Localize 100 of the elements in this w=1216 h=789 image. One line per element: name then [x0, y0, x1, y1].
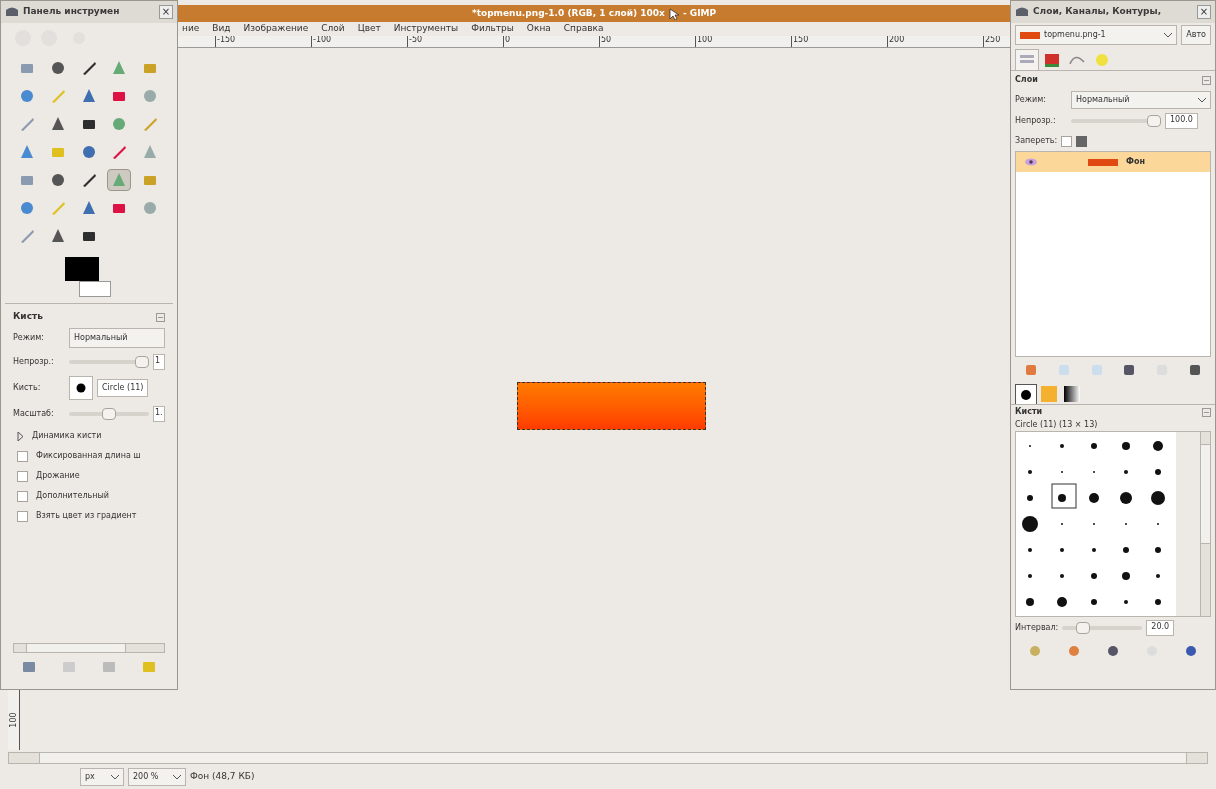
menu-item[interactable]: Слой — [321, 22, 345, 36]
tool-icon — [80, 200, 97, 216]
field-label: Масштаб: — [13, 408, 55, 420]
menu-item[interactable]: Инструменты — [393, 22, 459, 36]
scrollbar-thumb[interactable] — [1201, 444, 1210, 544]
dropdown-value: 200 % — [133, 771, 159, 783]
tool-icon — [142, 88, 159, 104]
close-button[interactable]: × — [159, 5, 173, 19]
dock-tab[interactable] — [1061, 384, 1083, 404]
expander-label[interactable]: Динамика кисти — [32, 430, 102, 442]
dropdown-value: px — [85, 771, 95, 783]
brush-preview-button[interactable] — [69, 376, 93, 400]
brush-name-field: Circle (11) — [97, 379, 149, 397]
tool-icon — [49, 116, 66, 132]
mode-dropdown[interactable]: Нормальный — [1071, 91, 1211, 109]
checkbox-label: Фиксированная длина ш — [36, 450, 141, 462]
panel-button-icon — [102, 660, 116, 674]
scrollbar[interactable] — [8, 752, 1208, 764]
tool-icon — [19, 144, 35, 160]
brush-action-icon — [1066, 644, 1081, 658]
mode-dropdown[interactable]: Нормальный — [69, 328, 165, 348]
brush-dot-icon — [76, 383, 86, 393]
ruler-label: 200 — [889, 36, 906, 44]
ruler-label: -100 — [313, 36, 333, 44]
menu-item[interactable]: ние — [182, 22, 200, 36]
ruler-label: -50 — [409, 36, 424, 44]
tool-icon — [19, 88, 35, 104]
menu-item[interactable]: Вид — [212, 22, 231, 36]
menu-item[interactable]: Справка — [563, 22, 604, 36]
field-label: Непрозр.: — [1015, 115, 1057, 127]
scrollbar[interactable] — [1200, 432, 1210, 616]
dropdown[interactable]: 200 % — [128, 768, 186, 786]
field-label: Непрозр.: — [13, 356, 55, 368]
checkbox[interactable] — [17, 490, 28, 502]
checkbox[interactable] — [17, 470, 28, 482]
checkbox[interactable] — [17, 510, 28, 522]
slider-handle[interactable] — [1075, 622, 1090, 634]
field-label: Режим: — [1015, 94, 1047, 106]
tool-icon — [142, 116, 159, 132]
slider-handle[interactable] — [102, 408, 116, 420]
slider[interactable] — [1062, 622, 1143, 634]
layer-row[interactable]: Фон — [1016, 152, 1210, 172]
number-field[interactable]: 100.0 — [1165, 113, 1198, 129]
slider[interactable] — [69, 408, 149, 420]
dropdown[interactable]: px — [80, 768, 124, 786]
checkbox[interactable] — [17, 450, 28, 462]
gimp-icon — [1015, 6, 1029, 18]
scrollbar-thumb[interactable] — [39, 753, 1187, 763]
cursor-icon — [668, 7, 679, 20]
image-name: topmenu.png-1 — [1044, 29, 1106, 41]
dock-tab[interactable] — [1015, 384, 1037, 404]
slider[interactable] — [69, 356, 149, 368]
brush-action-icon — [1105, 644, 1120, 658]
gimp-icon — [5, 6, 19, 18]
scrollbar-thumb[interactable] — [26, 644, 126, 652]
tool-icon — [142, 144, 159, 160]
background-color-swatch[interactable] — [79, 281, 111, 297]
tool-icon — [49, 172, 66, 188]
tool-icon — [111, 60, 128, 76]
brush-action-icon — [1184, 644, 1199, 658]
ruler-label: 150 — [793, 36, 810, 44]
menu-item[interactable]: Изображение — [243, 22, 309, 36]
window-title: *topmenu.png-1.0 (RGB, 1 слой) 100x — [471, 6, 665, 20]
layer-name: Фон — [1126, 156, 1145, 168]
panel-button-icon — [22, 660, 36, 674]
layer-action-icon — [1187, 363, 1202, 377]
tool-icon — [19, 200, 35, 216]
tool-icon — [49, 228, 66, 244]
number-field[interactable]: 1. — [153, 406, 165, 422]
slider[interactable] — [1071, 115, 1161, 127]
number-field[interactable]: 20.0 — [1146, 620, 1175, 636]
checkbox-label: Дополнительный — [36, 490, 109, 502]
layer-action-icon — [1024, 363, 1039, 377]
menu-item[interactable]: Фильтры — [471, 22, 514, 36]
menu-item[interactable]: Цвет — [357, 22, 381, 36]
foreground-color-swatch[interactable] — [65, 257, 99, 281]
slider-handle[interactable] — [135, 356, 149, 368]
slider-handle[interactable] — [1147, 115, 1161, 127]
menu-item[interactable]: Окна — [526, 22, 551, 36]
window-title: - GIMP — [682, 6, 717, 20]
tool-icon — [111, 144, 128, 160]
auto-button[interactable]: Авто — [1181, 25, 1211, 45]
tool-icon — [111, 116, 128, 132]
panel-title: Панель инструмен — [23, 5, 120, 19]
dropdown-value: Нормальный — [1076, 94, 1130, 106]
image-dropdown[interactable]: topmenu.png-1 — [1015, 25, 1178, 45]
status-text: Фон (48,7 КБ) — [190, 770, 255, 784]
image-thumbnail — [1020, 31, 1040, 39]
section-title: Кисти — [1015, 406, 1043, 418]
tool-icon — [80, 144, 97, 160]
ruler-label: -150 — [217, 36, 237, 44]
ruler-label: 250 — [985, 36, 1002, 44]
scrollbar[interactable] — [13, 643, 165, 653]
ruler-label: 100 — [697, 36, 714, 44]
dock-menu-icon — [1202, 75, 1211, 85]
checkbox[interactable] — [1061, 135, 1073, 147]
number-field[interactable]: 1 — [153, 354, 165, 370]
field-label: Запереть: — [1015, 135, 1058, 147]
close-button[interactable]: × — [1197, 5, 1211, 19]
panel-button-icon — [142, 660, 156, 674]
